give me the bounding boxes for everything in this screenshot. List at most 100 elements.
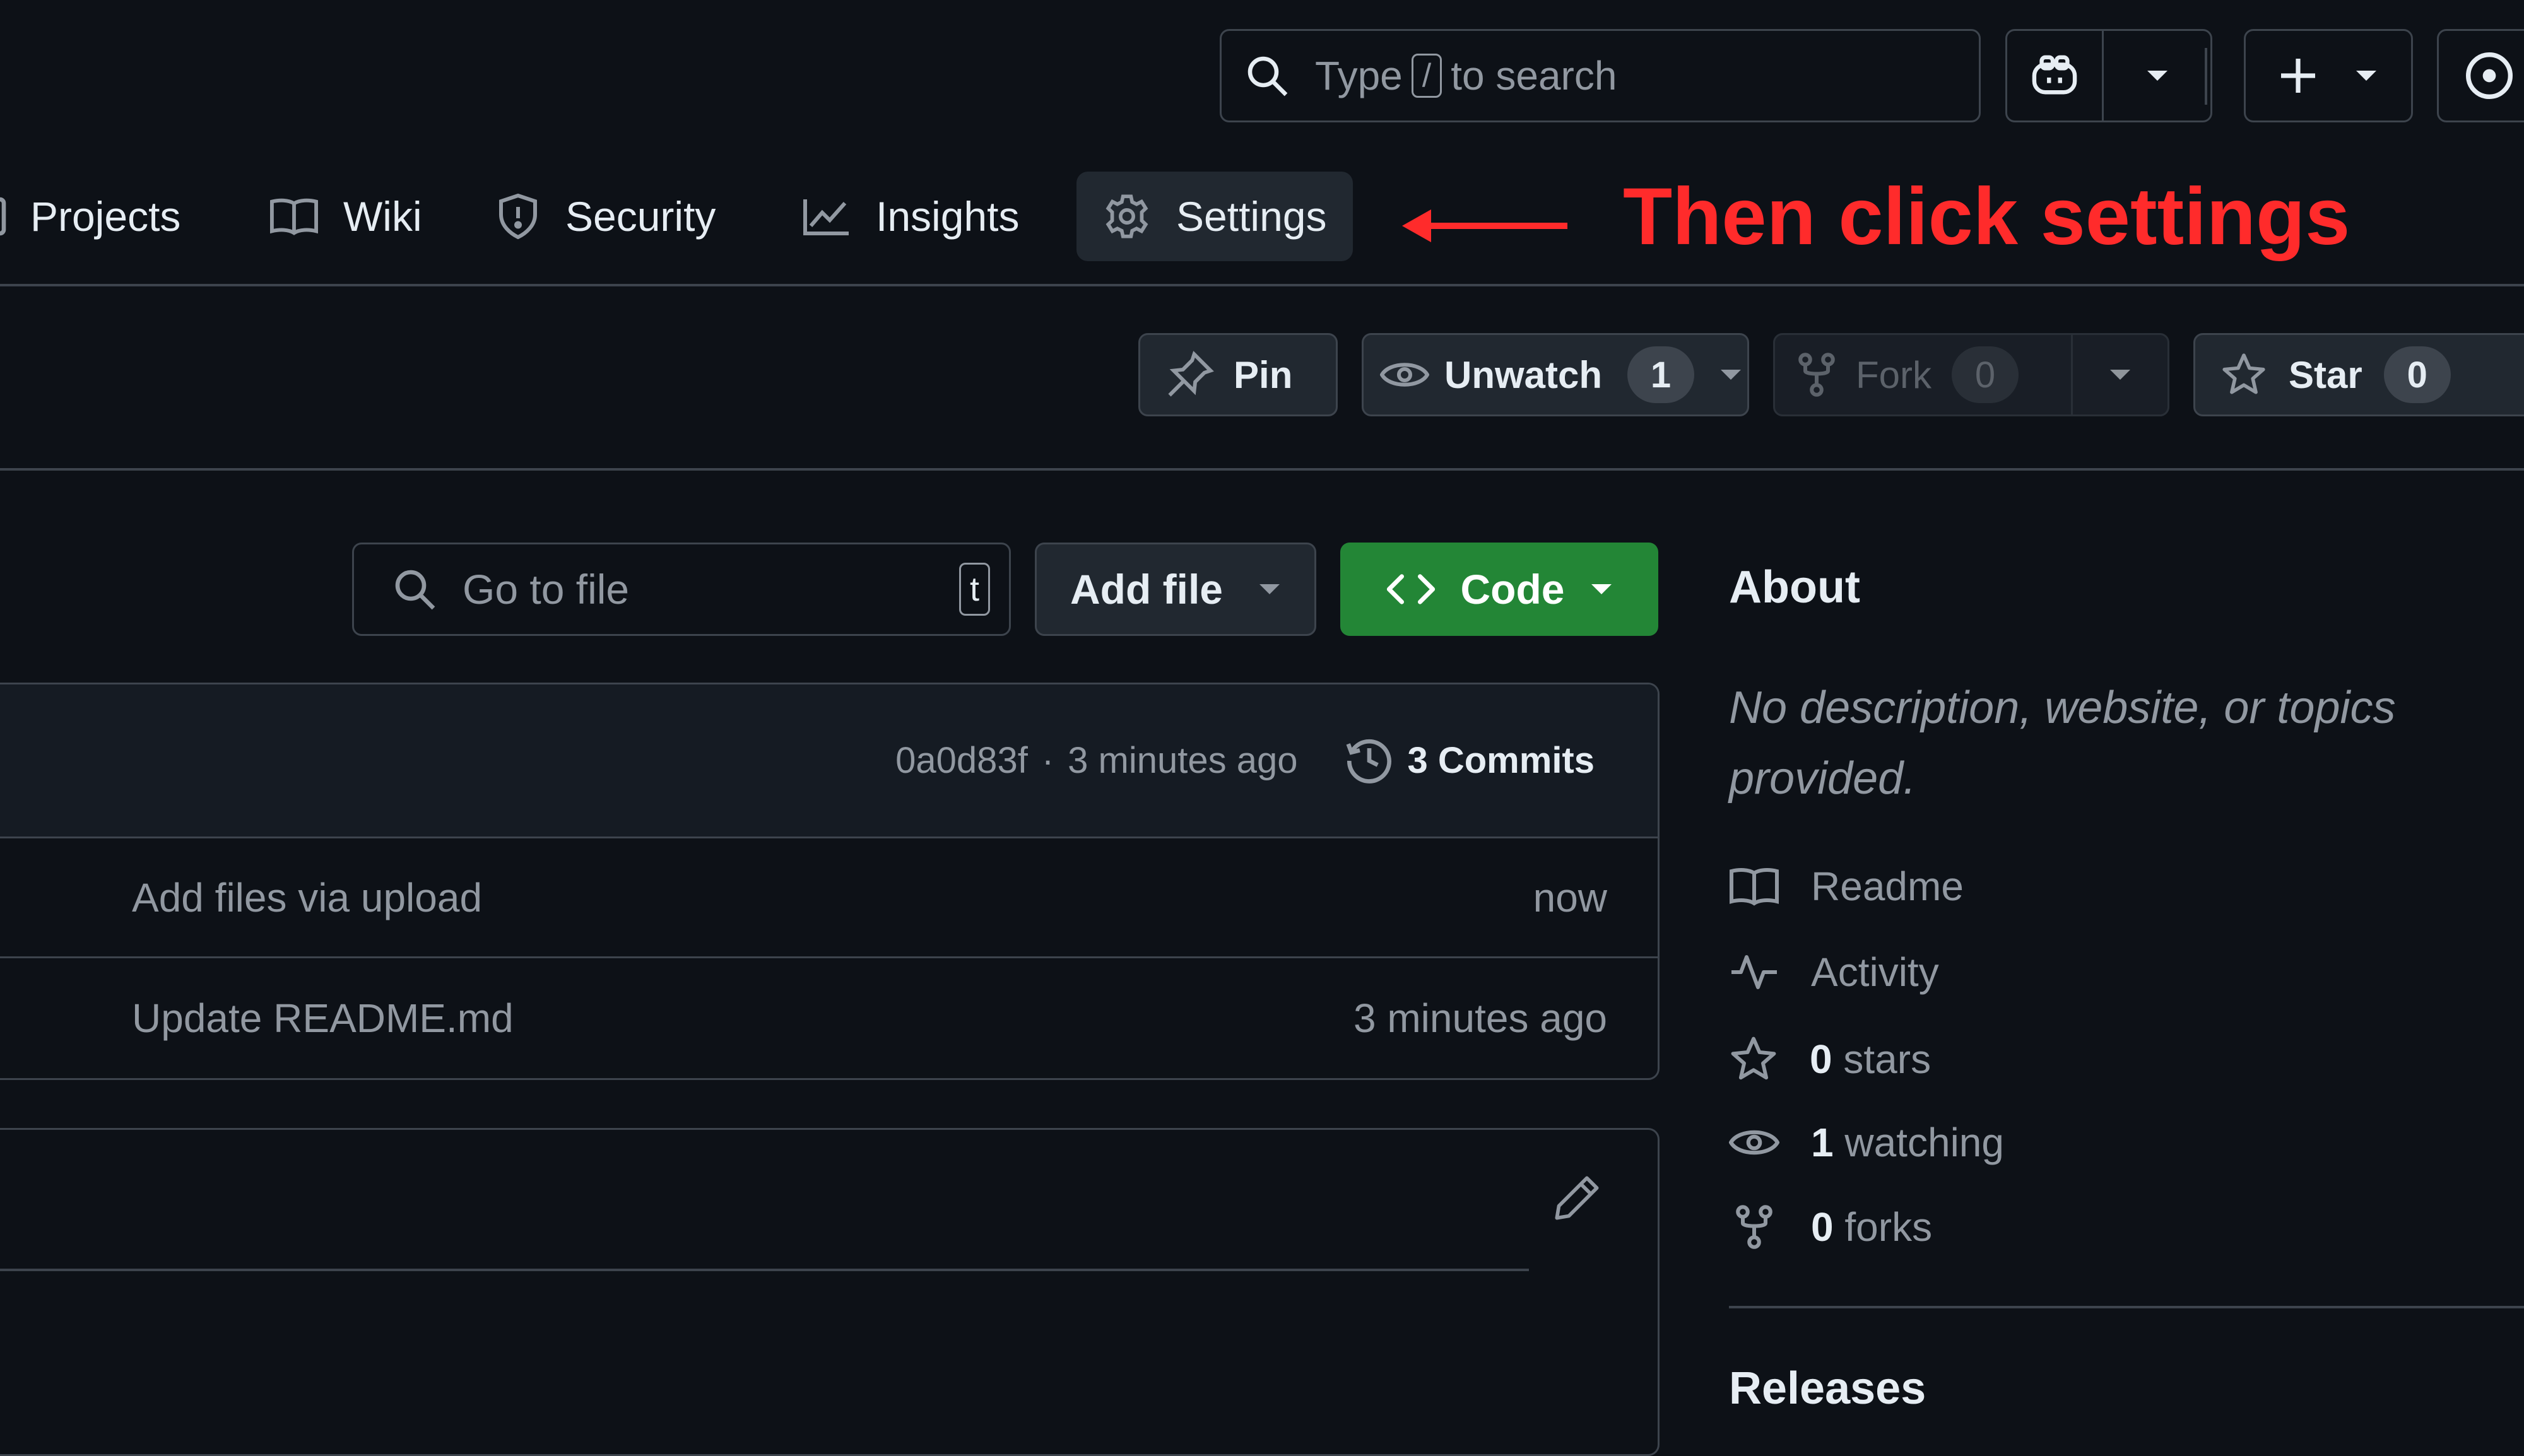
search-shortcut-key: / (1411, 54, 1442, 98)
add-file-label: Add file (1070, 566, 1223, 613)
nav-divider (0, 284, 2524, 286)
pin-label: Pin (1234, 353, 1293, 396)
file-row[interactable]: Update README.md 3 minutes ago (0, 958, 1658, 1078)
commits-count-label: 3 Commits (1407, 740, 1595, 781)
fork-icon (1729, 1204, 1779, 1250)
file-updated-time: 3 minutes ago (1353, 995, 1607, 1041)
pencil-icon (1553, 1174, 1601, 1222)
triangle-down-icon (1590, 583, 1613, 596)
readme-header-divider (0, 1269, 1529, 1271)
fork-label: Fork (1856, 353, 1931, 396)
graph-icon (801, 196, 851, 237)
eye-icon (1729, 1124, 1779, 1161)
forks-label: forks (1844, 1204, 1933, 1250)
pin-button[interactable]: Pin (1138, 333, 1338, 416)
latest-commit-bar: 0a0d83f · 3 minutes ago 3 Commits (0, 684, 1658, 838)
readme-label: Readme (1811, 864, 1964, 909)
edit-readme-button[interactable] (1553, 1174, 1601, 1222)
unwatch-button[interactable]: Unwatch 1 (1362, 333, 1749, 416)
commit-time: 3 minutes ago (1068, 740, 1298, 781)
stars-label: stars (1843, 1036, 1931, 1082)
readme-panel (0, 1128, 1660, 1456)
tab-wiki[interactable]: Wiki (270, 172, 422, 261)
tab-projects[interactable]: Projects (0, 172, 180, 261)
watch-count-badge: 1 (1627, 346, 1695, 403)
annotation-arrow (1402, 206, 1569, 249)
forks-link[interactable]: 0 forks (1729, 1204, 1932, 1250)
fork-button-group: Fork 0 (1773, 333, 2169, 416)
star-label: Star (2289, 353, 2362, 396)
search-placeholder-suffix: to search (1451, 53, 1617, 98)
file-row[interactable]: Add files via upload now (0, 838, 1658, 958)
book-icon (270, 196, 318, 237)
star-icon (2220, 351, 2267, 398)
releases-heading[interactable]: Releases (1729, 1363, 1926, 1414)
copilot-button-group (2005, 29, 2212, 122)
actions-divider (0, 468, 2524, 471)
file-listing: 0a0d83f · 3 minutes ago 3 Commits Add fi… (0, 683, 1660, 1080)
commit-separator: · (1041, 740, 1054, 781)
star-icon (1729, 1035, 1778, 1084)
fork-dropdown-button[interactable] (2073, 335, 2167, 414)
triangle-down-icon (2109, 368, 2132, 381)
tab-label: Projects (30, 193, 181, 240)
gear-icon (1103, 192, 1151, 240)
code-icon (1386, 573, 1436, 606)
history-icon (1344, 736, 1395, 786)
tab-label: Wiki (343, 193, 422, 240)
commits-link[interactable]: 3 Commits (1344, 736, 1595, 786)
pin-icon (1165, 350, 1215, 399)
copilot-dropdown-button[interactable] (2104, 31, 2210, 120)
star-count-badge: 0 (2383, 346, 2451, 403)
activity-link[interactable]: Activity (1729, 949, 1939, 995)
go-to-file-shortcut-key: t (958, 563, 990, 616)
tab-insights[interactable]: Insights (801, 172, 1019, 261)
copilot-button[interactable] (2007, 31, 2104, 120)
plus-icon (2279, 57, 2317, 95)
search-icon (1244, 53, 1290, 98)
issue-opened-icon (2464, 50, 2515, 101)
fork-count-badge: 0 (1952, 346, 2019, 403)
code-label: Code (1460, 566, 1565, 613)
header-divider (2205, 48, 2207, 105)
star-button[interactable]: Star 0 (2193, 333, 2524, 416)
copilot-icon (2028, 54, 2081, 98)
tab-label: Insights (876, 193, 1020, 240)
tab-settings[interactable]: Settings (1076, 172, 1353, 261)
stars-link[interactable]: 0 stars (1729, 1035, 1931, 1084)
shield-icon (496, 194, 540, 239)
watching-count: 1 (1811, 1120, 1834, 1165)
commit-message-link[interactable]: Update README.md (132, 995, 1353, 1042)
triangle-down-icon (1719, 368, 1742, 381)
tab-label: Security (565, 193, 716, 240)
watching-label: watching (1844, 1120, 2004, 1165)
create-new-button[interactable] (2244, 29, 2413, 122)
tab-label: Settings (1176, 193, 1327, 240)
commit-message-link[interactable]: Add files via upload (132, 874, 1533, 921)
commit-hash-link[interactable]: 0a0d83f (895, 739, 1028, 782)
search-placeholder-prefix: Type (1315, 53, 1403, 98)
about-heading: About (1729, 562, 1860, 613)
watching-link[interactable]: 1 watching (1729, 1119, 2004, 1166)
pulse-icon (1729, 951, 1779, 993)
fork-button[interactable]: Fork 0 (1775, 335, 2073, 414)
file-updated-time: now (1533, 874, 1607, 920)
go-to-file-input[interactable]: Go to file t (352, 543, 1011, 636)
code-button[interactable]: Code (1340, 543, 1658, 636)
fork-icon (1798, 352, 1836, 397)
book-icon (1729, 866, 1779, 907)
issues-button[interactable] (2437, 29, 2524, 122)
add-file-button[interactable]: Add file (1035, 543, 1316, 636)
search-icon (392, 567, 437, 612)
tab-security[interactable]: Security (496, 172, 716, 261)
readme-link[interactable]: Readme (1729, 863, 1964, 910)
eye-icon (1380, 356, 1429, 393)
triangle-down-icon (2355, 69, 2378, 82)
unwatch-label: Unwatch (1444, 353, 1603, 396)
activity-label: Activity (1811, 949, 1939, 995)
annotation-text: Then click settings (1623, 172, 2350, 262)
forks-count: 0 (1811, 1204, 1834, 1250)
about-description: No description, website, or topics provi… (1729, 683, 2396, 804)
global-search-input[interactable]: Type / to search (1220, 29, 1981, 122)
triangle-down-icon (2146, 69, 2169, 82)
